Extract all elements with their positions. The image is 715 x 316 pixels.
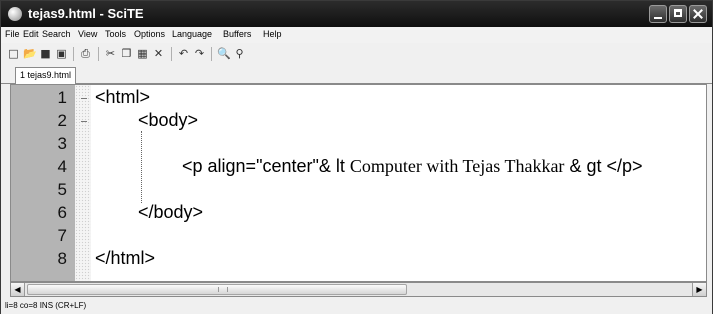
scite-window: tejas9.html - SciTE File Edit Search Vie…	[0, 0, 713, 314]
open-folder-icon[interactable]: 📂	[23, 47, 37, 60]
code-line-8[interactable]: </html>	[95, 248, 155, 269]
code-line-4-tag-close: & gt </p>	[564, 156, 643, 176]
scrollbar-thumb[interactable]	[27, 284, 407, 295]
scite-app-icon[interactable]	[8, 7, 22, 21]
line-number: 6	[57, 203, 67, 222]
copy-icon[interactable]: ❐	[120, 47, 133, 60]
toolbar-separator	[171, 47, 172, 61]
delete-icon[interactable]: ✕	[152, 47, 165, 60]
window-title: tejas9.html - SciTE	[28, 6, 144, 21]
menu-options[interactable]: Options	[134, 29, 165, 39]
maximize-button[interactable]	[669, 5, 687, 23]
menu-view[interactable]: View	[78, 29, 97, 39]
code-line-1[interactable]: <html>	[95, 87, 150, 108]
scroll-left-arrow-icon[interactable]: ◀	[11, 283, 25, 296]
line-number: 8	[57, 249, 67, 268]
indent-guide	[141, 131, 142, 203]
line-number: 5	[57, 180, 67, 199]
horizontal-scrollbar[interactable]: ◀ ▶	[10, 282, 707, 297]
code-editor[interactable]: 1 2 3 4 5 6 7 8 <html> <body> <p align="…	[10, 84, 707, 282]
save-icon[interactable]: ■	[39, 47, 52, 60]
menu-help[interactable]: Help	[263, 29, 282, 39]
code-line-4-text: Computer with Tejas Thakkar	[349, 156, 565, 176]
toolbar-separator	[98, 47, 99, 61]
line-number: 4	[57, 157, 67, 176]
fold-marker-icon[interactable]	[81, 98, 87, 99]
close-button[interactable]	[689, 5, 707, 23]
undo-icon[interactable]: ↶	[177, 47, 190, 60]
menu-file[interactable]: File	[5, 29, 20, 39]
line-number: 7	[57, 226, 67, 245]
close-file-icon[interactable]: ▣	[55, 47, 68, 60]
line-number: 2	[57, 111, 67, 130]
title-bar[interactable]: tejas9.html - SciTE	[1, 1, 712, 27]
status-bar: li=8 co=8 INS (CR+LF)	[1, 298, 712, 314]
redo-icon[interactable]: ↷	[193, 47, 206, 60]
menu-search[interactable]: Search	[42, 29, 71, 39]
fold-margin[interactable]	[75, 85, 91, 281]
code-line-6[interactable]: </body>	[138, 202, 203, 223]
paste-icon[interactable]: ▦	[136, 47, 149, 60]
line-number: 1	[57, 88, 67, 107]
code-line-4-tag-open: <p align="center"& lt	[182, 156, 350, 176]
cut-icon[interactable]: ✂	[104, 47, 117, 60]
print-icon[interactable]: ⎙	[79, 47, 92, 60]
code-line-2[interactable]: <body>	[138, 110, 198, 131]
fold-marker-icon[interactable]	[81, 121, 87, 122]
toolbar-separator	[211, 47, 212, 61]
menu-edit[interactable]: Edit	[23, 29, 39, 39]
new-file-icon[interactable]: □	[7, 47, 20, 60]
menu-tools[interactable]: Tools	[105, 29, 126, 39]
status-text: li=8 co=8 INS (CR+LF)	[5, 301, 87, 310]
toolbar-separator	[73, 47, 74, 61]
scroll-right-arrow-icon[interactable]: ▶	[692, 283, 706, 296]
menu-language[interactable]: Language	[172, 29, 212, 39]
scrollbar-grip	[218, 287, 228, 292]
menu-buffers[interactable]: Buffers	[223, 29, 251, 39]
replace-icon[interactable]: ⚲	[233, 47, 246, 60]
toolbar: □ 📂 ■ ▣ ⎙ ✂ ❐ ▦ ✕ ↶ ↷ 🔍 ⚲	[1, 43, 712, 65]
tab-bar: 1 tejas9.html	[1, 65, 712, 84]
menu-bar: File Edit Search View Tools Options Lang…	[1, 27, 712, 43]
code-line-4[interactable]: <p align="center"& lt Computer with Teja…	[182, 156, 643, 177]
line-number: 3	[57, 134, 67, 153]
find-icon[interactable]: 🔍	[217, 47, 231, 60]
minimize-button[interactable]	[649, 5, 667, 23]
line-number-gutter: 1 2 3 4 5 6 7 8	[11, 85, 75, 281]
tab-tejas9-html[interactable]: 1 tejas9.html	[15, 67, 77, 84]
